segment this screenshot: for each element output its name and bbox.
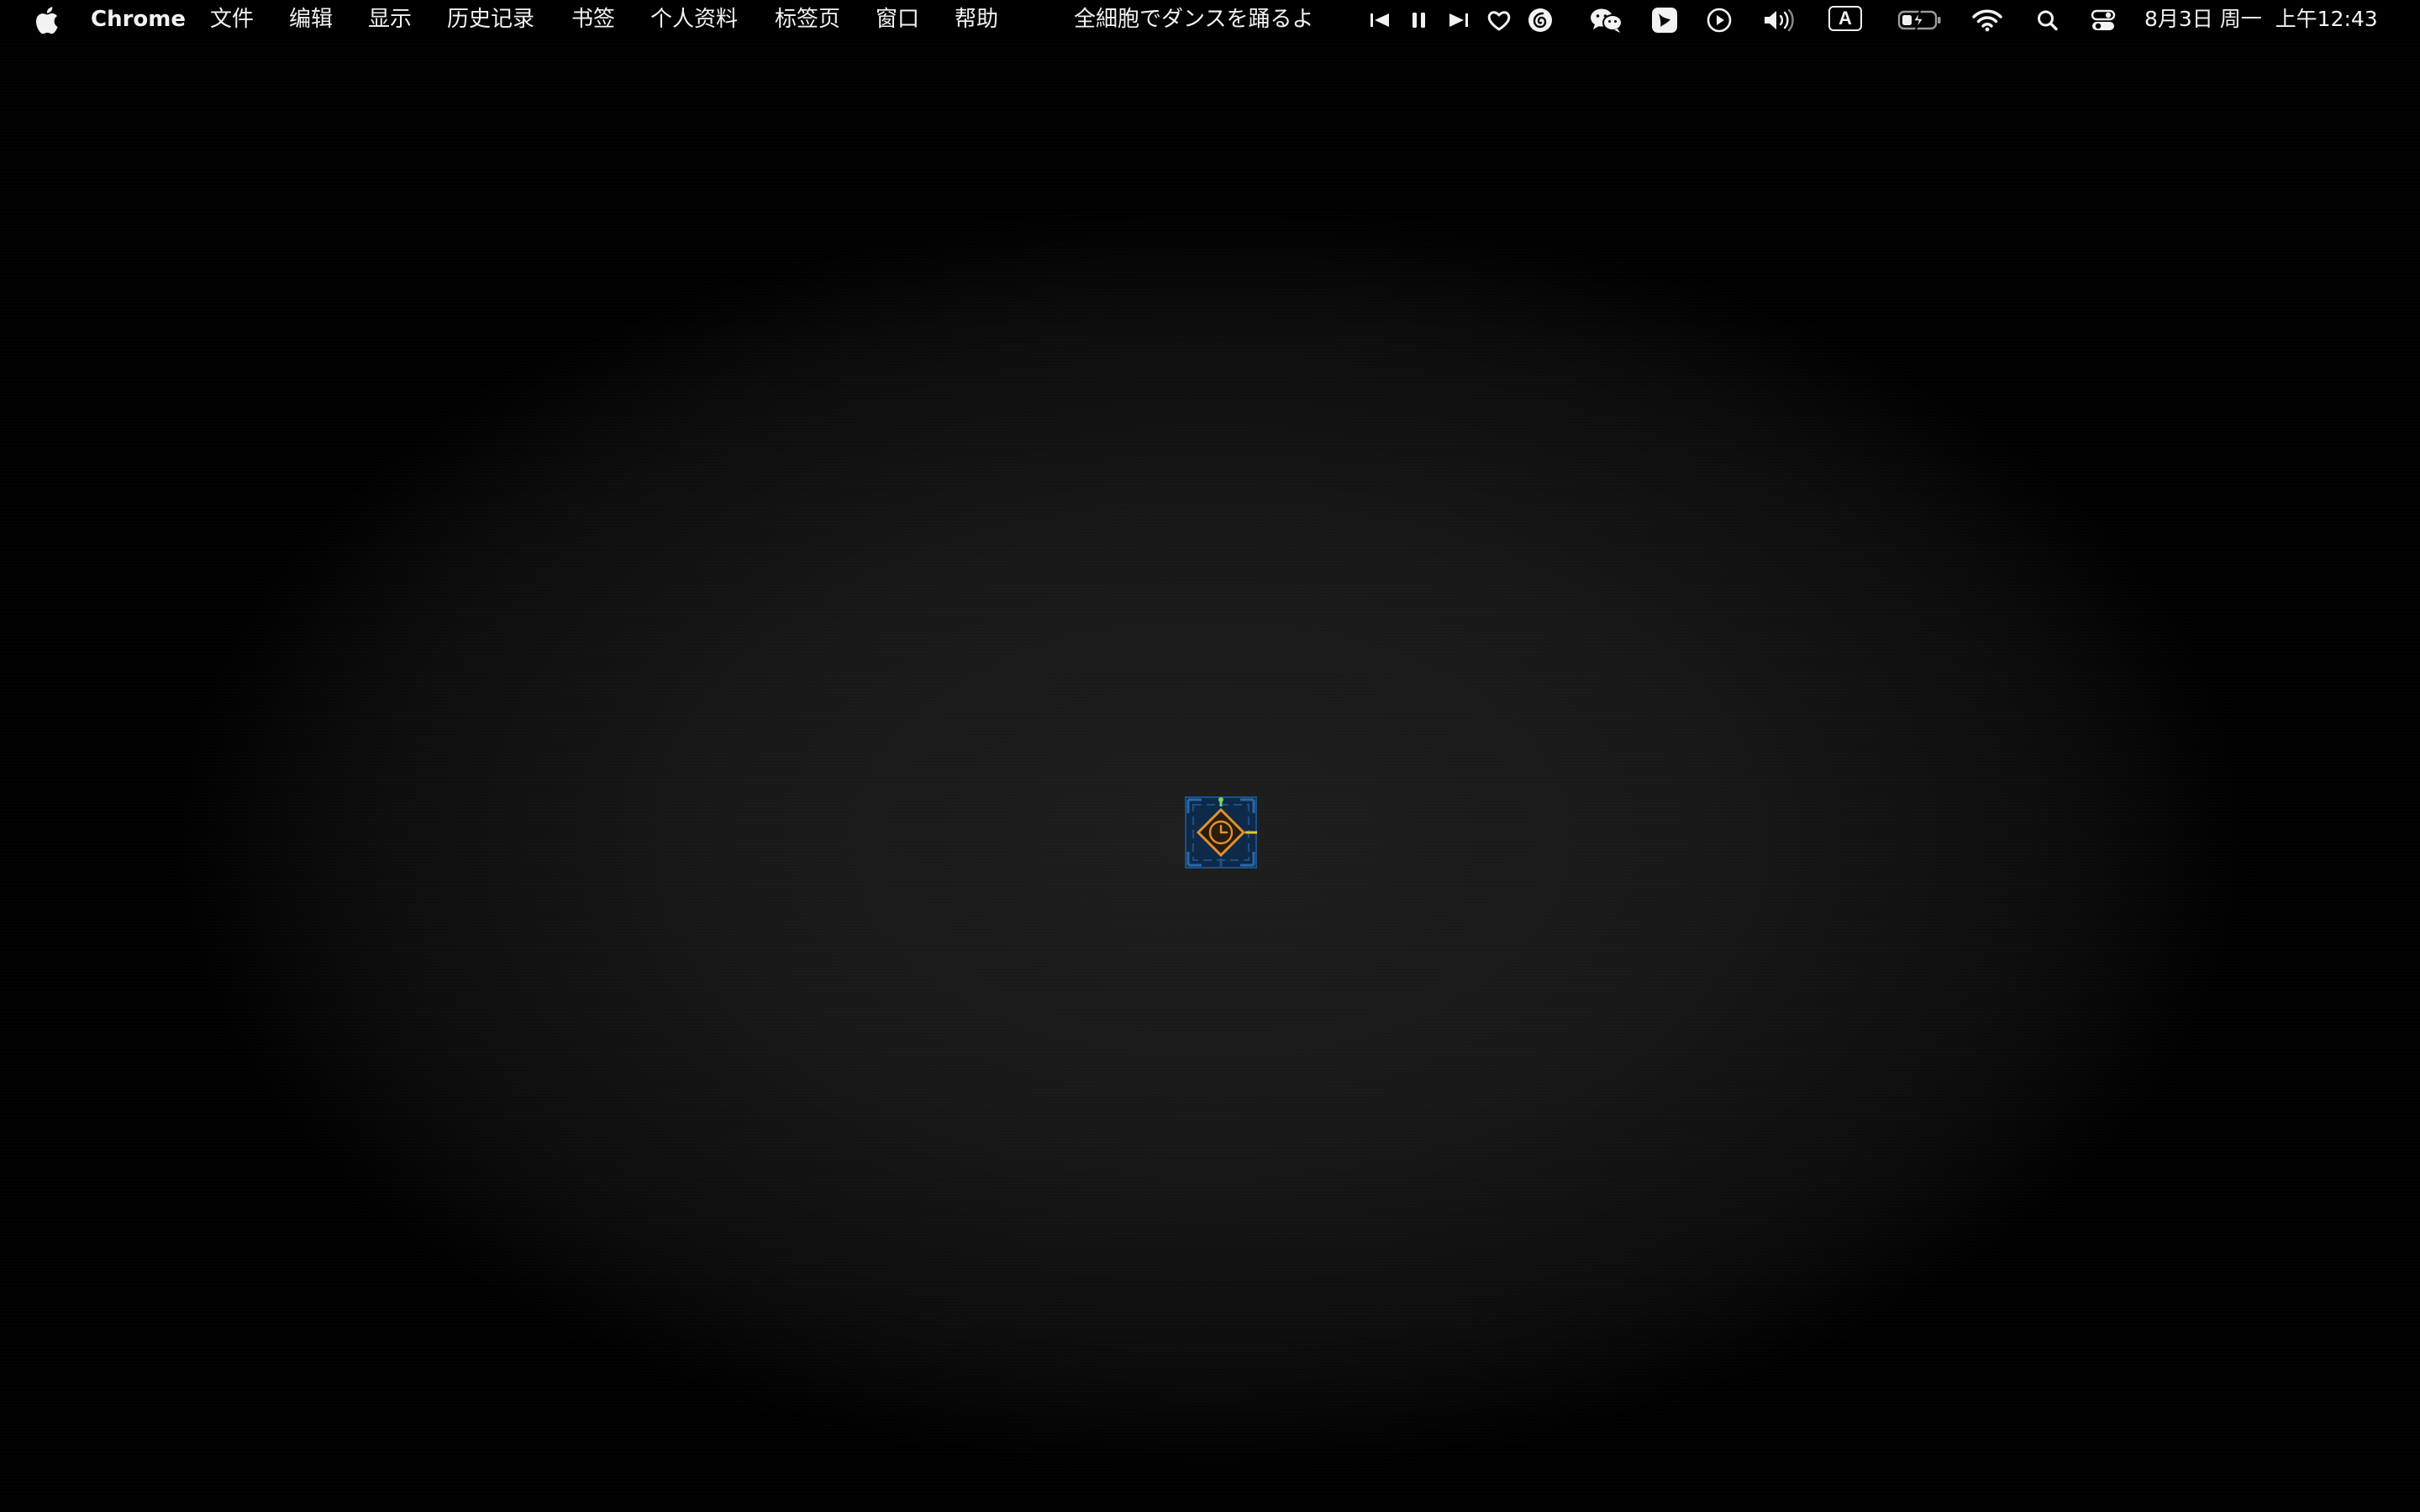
control-center-icon[interactable]	[2089, 7, 2118, 34]
menu-view[interactable]: 显示	[368, 0, 412, 40]
play-circle-icon[interactable]	[1706, 7, 1733, 34]
menu-bar-clock[interactable]: 8月3日 周一 上午12:43	[2144, 0, 2378, 40]
desktop-screen: Chrome 文件 编辑 显示 历史记录 书签 个人资料 标签页 窗口 帮助 全…	[0, 0, 2420, 1512]
menu-profiles[interactable]: 个人资料	[650, 0, 738, 40]
menu-bookmarks[interactable]: 书签	[571, 0, 615, 40]
heart-icon[interactable]	[1486, 7, 1512, 34]
now-playing-title[interactable]: 全細胞でダンスを踊るよ	[1074, 0, 1313, 40]
app-name-menu[interactable]: Chrome	[91, 0, 186, 40]
wifi-icon[interactable]	[1971, 7, 2003, 34]
menu-tabs[interactable]: 标签页	[775, 0, 840, 40]
menu-bar: Chrome 文件 编辑 显示 历史记录 书签 个人资料 标签页 窗口 帮助 全…	[0, 0, 2420, 40]
netease-music-icon[interactable]	[1526, 7, 1555, 34]
menu-file[interactable]: 文件	[210, 0, 254, 40]
target-clock-icon[interactable]	[1185, 796, 1257, 869]
input-method-label: A	[1828, 6, 1862, 31]
next-track-icon[interactable]	[1447, 7, 1470, 34]
menu-history[interactable]: 历史记录	[447, 0, 534, 40]
menu-help[interactable]: 帮助	[955, 0, 998, 40]
menu-window[interactable]: 窗口	[876, 0, 919, 40]
input-method-icon[interactable]: A	[1828, 6, 1862, 33]
pause-icon[interactable]	[1408, 7, 1430, 34]
spotlight-search-icon[interactable]	[2035, 7, 2060, 34]
battery-charging-icon[interactable]	[1897, 7, 1943, 34]
wechat-icon[interactable]	[1588, 7, 1625, 34]
bird-app-icon[interactable]	[1650, 7, 1679, 34]
volume-icon[interactable]	[1761, 7, 1797, 34]
apple-logo-icon[interactable]	[34, 6, 59, 34]
previous-track-icon[interactable]	[1368, 7, 1392, 34]
menu-edit[interactable]: 编辑	[289, 0, 333, 40]
